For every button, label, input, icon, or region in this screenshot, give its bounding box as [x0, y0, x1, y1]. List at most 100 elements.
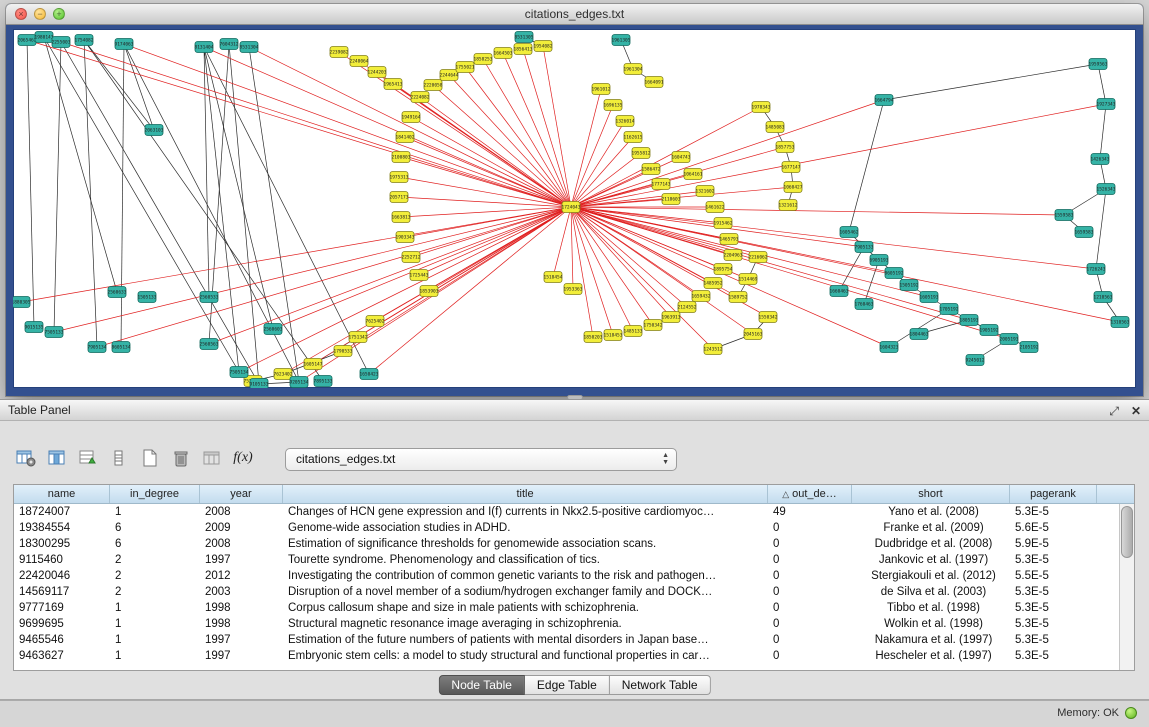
table-row[interactable]: 1872400712008Changes of HCN gene express… [14, 504, 1134, 520]
column-header-name[interactable]: name [14, 485, 110, 503]
graph-node[interactable]: 2560633 [108, 287, 127, 298]
network-canvas[interactable]: 1724043222408219491641841402210080319753… [13, 29, 1136, 388]
graph-node[interactable]: 1805193 [960, 315, 979, 326]
column-header-year[interactable]: year [200, 485, 283, 503]
graph-node[interactable]: 1514469 [739, 274, 758, 285]
graph-node[interactable]: 1060427 [784, 182, 803, 193]
graph-node[interactable]: 1841402 [396, 132, 415, 143]
graph-node[interactable]: 1485133 [624, 326, 643, 337]
graph-node[interactable]: 7895133 [314, 376, 333, 387]
graph-node[interactable]: 1321612 [779, 200, 798, 211]
column-header-short[interactable]: short [852, 485, 1010, 503]
graph-node[interactable]: 2118603 [662, 194, 681, 205]
graph-node[interactable]: 1310563 [1111, 317, 1130, 328]
graph-node[interactable]: 1064161 [684, 169, 703, 180]
delete-button[interactable] [167, 445, 195, 471]
graph-node[interactable]: 1959563 [1089, 59, 1108, 70]
graph-edge[interactable] [401, 207, 571, 217]
graph-node[interactable]: 1725443 [410, 270, 429, 281]
graph-node[interactable]: 7625402 [366, 316, 385, 327]
graph-node[interactable]: 1961012 [592, 84, 611, 95]
graph-node[interactable]: 9245012 [966, 355, 985, 366]
graph-node[interactable]: 1677147 [782, 162, 801, 173]
graph-node[interactable]: 1953363 [564, 284, 583, 295]
graph-node[interactable]: 1857753 [776, 142, 795, 153]
table-row[interactable]: 977716911998Corpus callosum shape and si… [14, 600, 1134, 616]
graph-node[interactable]: 1586472 [642, 164, 661, 175]
column-header-out_degree[interactable]: △out_de… [768, 485, 852, 503]
graph-node[interactable]: 1955812 [632, 148, 651, 159]
graph-edge[interactable] [571, 191, 705, 207]
graph-edge[interactable] [249, 47, 571, 207]
graph-node[interactable]: 8531304 [240, 42, 259, 53]
table-scrollbar[interactable] [1119, 504, 1134, 670]
graph-node[interactable]: 1550342 [759, 312, 778, 323]
graph-node[interactable]: 9174063 [115, 39, 134, 50]
graph-node[interactable]: 1664091 [645, 77, 664, 88]
graph-node[interactable]: 2124552 [678, 302, 697, 313]
memory-ok-indicator-icon[interactable] [1125, 707, 1137, 719]
graph-node[interactable]: 1461622 [706, 202, 725, 213]
graph-node[interactable]: 1659583 [1075, 227, 1094, 238]
graph-node[interactable]: 2560563 [200, 339, 219, 350]
graph-node[interactable]: 1605147 [304, 359, 323, 370]
tab-edge-table[interactable]: Edge Table [525, 675, 610, 695]
column-header-title[interactable]: title [283, 485, 768, 503]
graph-edge[interactable] [1100, 104, 1106, 159]
graph-edge[interactable] [571, 107, 761, 207]
graph-node[interactable]: 1605462 [840, 227, 859, 238]
scrollbar-thumb[interactable] [1121, 506, 1133, 558]
graph-node[interactable]: 1705192 [940, 304, 959, 315]
graph-node[interactable]: 1664794 [875, 95, 894, 106]
graph-node[interactable]: 1858253 [474, 54, 493, 65]
graph-edge[interactable] [204, 47, 571, 207]
graph-node[interactable]: 1965413 [384, 79, 403, 90]
graph-node[interactable]: 1724043 [562, 202, 581, 213]
table-row[interactable]: 946554611997Estimation of the future num… [14, 632, 1134, 648]
graph-node[interactable]: 2105192 [1020, 342, 1039, 353]
graph-node[interactable]: 1243512 [704, 344, 723, 355]
graph-node[interactable]: 1559583 [1055, 210, 1074, 221]
graph-edge[interactable] [553, 207, 571, 277]
graph-node[interactable]: 1326014 [616, 116, 635, 127]
graph-edge[interactable] [571, 207, 593, 337]
window-titlebar[interactable]: × − + citations_edges.txt [6, 4, 1143, 25]
create-new-button[interactable] [136, 445, 164, 471]
graph-node[interactable]: 1696135 [604, 100, 623, 111]
graph-node[interactable]: 7905133 [855, 242, 874, 253]
graph-node[interactable]: 1853903 [420, 286, 439, 297]
graph-node[interactable]: 1927343 [1097, 99, 1116, 110]
graph-node[interactable]: 1961305 [612, 35, 631, 46]
graph-node[interactable]: 2005193 [1000, 334, 1019, 345]
graph-edge[interactable] [571, 89, 601, 207]
graph-edge[interactable] [571, 207, 1096, 269]
graph-node[interactable]: 1978343 [752, 102, 771, 113]
graph-node[interactable]: 1915462 [714, 218, 733, 229]
edit-columns-button[interactable] [74, 445, 102, 471]
graph-node[interactable]: 7505134 [230, 367, 249, 378]
graph-node[interactable]: 8605134 [112, 342, 131, 353]
graph-node[interactable]: 1210563 [1094, 292, 1113, 303]
graph-edge[interactable] [571, 207, 687, 307]
graph-node[interactable]: 7905134 [88, 342, 107, 353]
graph-node[interactable]: 1650423 [360, 369, 379, 380]
table-row[interactable]: 2242004622012Investigating the contribut… [14, 568, 1134, 584]
table-settings-button[interactable] [12, 445, 40, 471]
graph-node[interactable]: 1605193 [920, 292, 939, 303]
graph-node[interactable]: 1880305 [13, 297, 31, 308]
graph-edge[interactable] [84, 40, 97, 347]
graph-node[interactable]: 1321602 [696, 186, 715, 197]
graph-node[interactable]: 1485083 [766, 122, 785, 133]
graph-edge[interactable] [411, 117, 571, 207]
graph-edge[interactable] [571, 207, 633, 331]
rows-button[interactable] [105, 445, 133, 471]
graph-edge[interactable] [84, 40, 323, 381]
graph-node[interactable]: 1804463 [910, 329, 929, 340]
graph-node[interactable]: 1755021 [456, 62, 475, 73]
graph-node[interactable]: 1660463 [830, 286, 849, 297]
graph-edge[interactable] [411, 207, 571, 257]
graph-node[interactable]: 1751342 [349, 332, 368, 343]
graph-node[interactable]: 1726243 [1087, 264, 1106, 275]
graph-node[interactable]: 1604323 [880, 342, 899, 353]
graph-edge[interactable] [1098, 64, 1106, 104]
